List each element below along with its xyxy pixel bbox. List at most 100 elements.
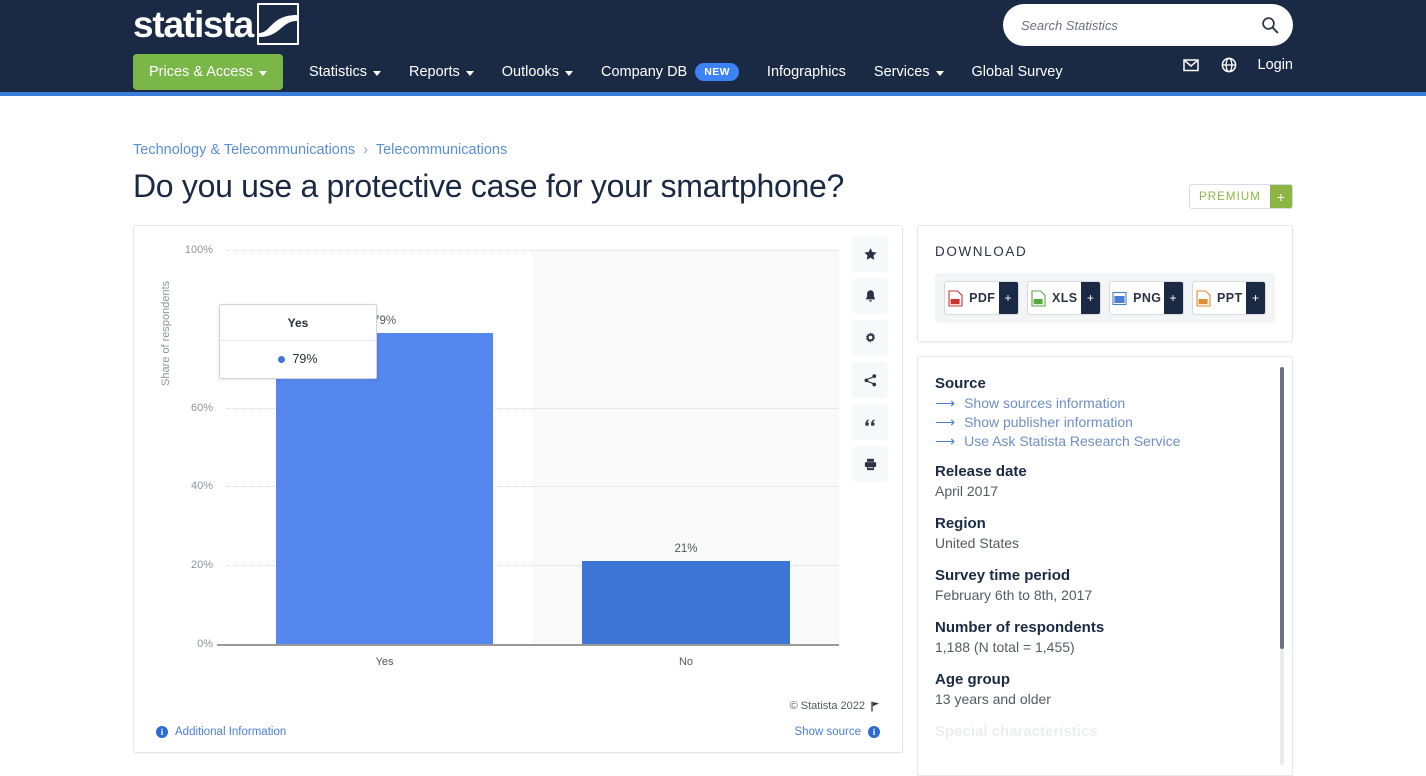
x-axis-line xyxy=(217,644,839,646)
download-png-button[interactable]: PNG + xyxy=(1109,281,1184,315)
chart-card: Share of respondents 100% 60% 40% 20% 0% xyxy=(133,225,903,753)
globe-icon[interactable] xyxy=(1220,56,1238,74)
breadcrumb-item-subcategory[interactable]: Telecommunications xyxy=(376,142,507,158)
premium-badge[interactable]: PREMIUM + xyxy=(1188,184,1293,209)
y-axis-title: Share of respondents xyxy=(160,280,172,386)
nav-label: Statistics xyxy=(308,64,367,80)
notification-bell-icon[interactable] xyxy=(852,278,888,314)
favorite-star-icon[interactable] xyxy=(852,236,888,272)
additional-information-link[interactable]: i Additional Information xyxy=(156,726,286,738)
download-ppt-button[interactable]: PPT + xyxy=(1191,281,1266,315)
arrow-right-icon: ⟶ xyxy=(935,414,956,430)
chevron-down-icon xyxy=(935,70,944,76)
nav-item-services[interactable]: Services xyxy=(860,55,958,89)
age-group-label: Age group xyxy=(935,671,1010,688)
page-title: Do you use a protective case for your sm… xyxy=(133,168,845,204)
header-utility-nav: Login xyxy=(1182,56,1293,74)
chevron-down-icon xyxy=(372,70,381,76)
y-tick-100: 100% xyxy=(184,244,213,256)
nav-label: Services xyxy=(873,64,930,80)
nav-label: Global Survey xyxy=(971,64,1063,80)
copyright-text: © Statista 2022 xyxy=(789,700,865,712)
png-file-icon xyxy=(1112,291,1127,305)
number-of-respondents-value: 1,188 (N total = 1,455) xyxy=(935,639,1075,655)
chart-tooltip: Yes 79% xyxy=(219,304,377,379)
download-png-plus[interactable]: + xyxy=(1163,282,1183,314)
nav-label: Company DB xyxy=(600,64,688,80)
page-container: Technology & Telecommunications › Teleco… xyxy=(133,142,1293,776)
new-badge: NEW xyxy=(695,63,739,81)
share-icon[interactable] xyxy=(852,362,888,398)
nav-item-outlooks[interactable]: Outlooks xyxy=(488,55,587,89)
envelope-icon[interactable] xyxy=(1182,56,1200,74)
y-tick-0: 0% xyxy=(197,638,213,650)
source-link-label: Show sources information xyxy=(964,395,1126,411)
download-xls-plus[interactable]: + xyxy=(1081,282,1100,314)
source-links: ⟶ Show sources information ⟶ Show publis… xyxy=(935,395,1270,449)
site-header: statista Prices & Access xyxy=(0,0,1426,96)
bar-no[interactable] xyxy=(581,561,791,644)
nav-item-company-db[interactable]: Company DB NEW xyxy=(587,54,753,90)
citation-quote-icon[interactable] xyxy=(852,404,888,440)
nav-item-global-survey[interactable]: Global Survey xyxy=(958,55,1077,89)
flag-icon xyxy=(871,701,879,711)
release-date-value: April 2017 xyxy=(935,483,999,499)
source-link-label: Show publisher information xyxy=(964,414,1133,430)
pdf-file-icon xyxy=(948,289,963,307)
settings-gear-icon[interactable] xyxy=(852,320,888,356)
nav-label: Prices & Access xyxy=(149,64,253,80)
show-publisher-information-link[interactable]: ⟶ Show publisher information xyxy=(935,414,1270,430)
y-tick-20: 20% xyxy=(190,559,213,572)
search-input[interactable] xyxy=(1021,17,1261,33)
ppt-file-icon xyxy=(1196,289,1211,307)
ask-statista-research-service-link[interactable]: ⟶ Use Ask Statista Research Service xyxy=(935,433,1270,449)
info-icon: i xyxy=(156,726,168,738)
bar-value-no: 21% xyxy=(674,543,698,556)
nav-label: Infographics xyxy=(766,64,846,80)
download-xls-label: XLS xyxy=(1051,291,1078,305)
show-sources-information-link[interactable]: ⟶ Show sources information xyxy=(935,395,1270,411)
number-of-respondents-label: Number of respondents xyxy=(935,619,1105,636)
download-xls-button[interactable]: XLS + xyxy=(1026,281,1101,315)
release-date-label: Release date xyxy=(935,463,1027,480)
breadcrumb-separator: › xyxy=(363,142,369,158)
nav-item-infographics[interactable]: Infographics xyxy=(753,55,860,89)
download-pdf-button[interactable]: PDF + xyxy=(944,281,1019,315)
special-characteristics-label: Special characteristics xyxy=(935,723,1098,740)
y-tick-60: 60% xyxy=(190,401,213,414)
scrollbar-thumb[interactable] xyxy=(1280,367,1284,649)
xls-file-icon xyxy=(1031,289,1046,307)
chevron-down-icon xyxy=(465,70,474,76)
download-buttons: PDF + XLS + PNG + PPT + xyxy=(935,273,1275,323)
search-box[interactable] xyxy=(1003,4,1293,46)
tooltip-row: 79% xyxy=(220,341,376,378)
additional-information-label: Additional Information xyxy=(175,726,287,738)
nav-label: Outlooks xyxy=(501,64,559,80)
main-navigation: Prices & Access Statistics Reports Outlo… xyxy=(133,54,1077,90)
nav-item-prices-access[interactable]: Prices & Access xyxy=(133,54,283,90)
download-panel: DOWNLOAD PDF + XLS + PNG + PPT + xyxy=(917,225,1293,342)
print-icon[interactable] xyxy=(852,446,888,482)
age-group-value: 13 years and older xyxy=(935,691,1051,707)
download-png-label: PNG xyxy=(1133,291,1162,305)
premium-plus-icon[interactable]: + xyxy=(1270,185,1292,208)
content-area: Share of respondents 100% 60% 40% 20% 0% xyxy=(133,225,1293,776)
x-tick-no: No xyxy=(678,656,694,668)
breadcrumb-item-category[interactable]: Technology & Telecommunications xyxy=(133,142,355,158)
login-link[interactable]: Login xyxy=(1258,57,1293,73)
nav-label: Reports xyxy=(408,64,460,80)
download-pdf-plus[interactable]: + xyxy=(998,282,1018,314)
tooltip-value: 79% xyxy=(292,352,318,366)
statista-logo[interactable]: statista xyxy=(133,3,299,45)
chart-toolbar xyxy=(852,236,888,482)
download-ppt-plus[interactable]: + xyxy=(1246,282,1265,314)
search-icon[interactable] xyxy=(1261,16,1279,34)
nav-item-statistics[interactable]: Statistics xyxy=(295,55,395,89)
right-column: DOWNLOAD PDF + XLS + PNG + PPT + Source … xyxy=(917,225,1293,776)
nav-item-reports[interactable]: Reports xyxy=(395,55,488,89)
chevron-down-icon xyxy=(258,70,267,76)
show-source-link[interactable]: Show source i xyxy=(795,726,880,738)
tooltip-series-dot xyxy=(278,355,286,363)
download-ppt-label: PPT xyxy=(1216,291,1243,305)
bar-yes[interactable] xyxy=(275,332,494,644)
